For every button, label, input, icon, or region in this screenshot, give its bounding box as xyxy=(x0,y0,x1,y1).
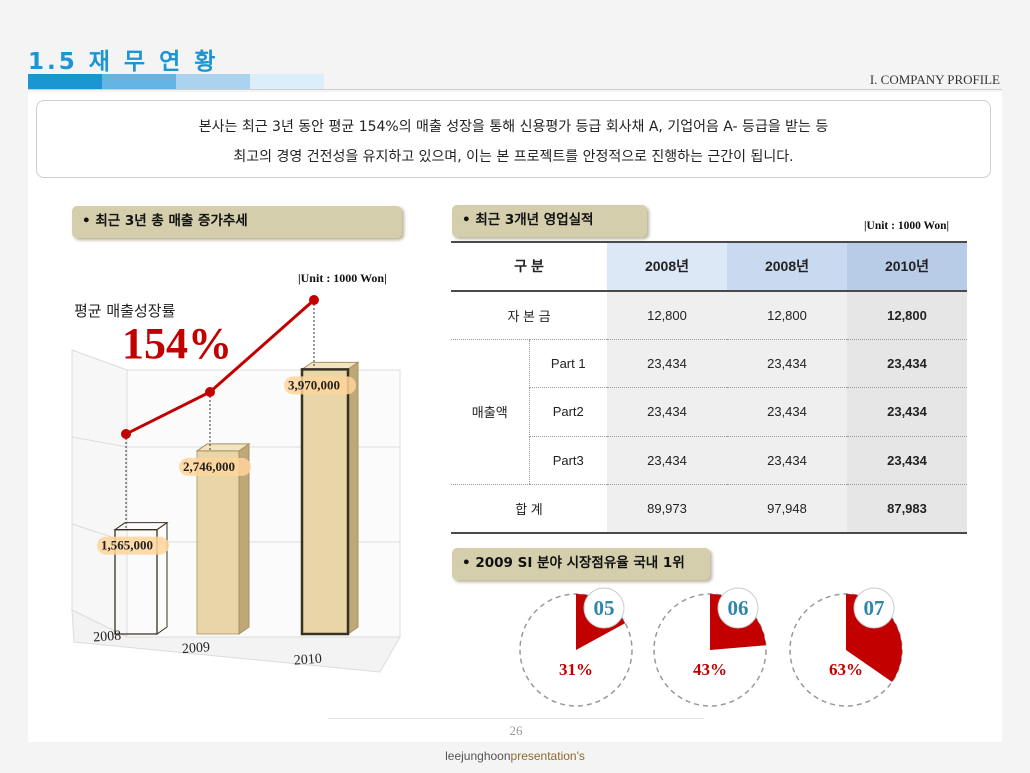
part2-value-2: 23,434 xyxy=(727,387,847,437)
market-share-charts: 05 31% 06 43% 07 63% xyxy=(519,587,903,707)
header-year-3: 2010년 xyxy=(847,241,967,292)
intro-box: 본사는 최근 3년 동안 평균 154%의 매출 성장을 통해 신용평가 등급 … xyxy=(36,100,991,178)
intro-line-2: 최고의 경영 건전성을 유지하고 있으며, 이는 본 프로젝트를 안정적으로 진… xyxy=(233,149,794,165)
part2-label: Part2 xyxy=(528,387,607,437)
table-row-part2: Part2 23,434 23,434 23,434 xyxy=(451,387,967,437)
bar-top-2009 xyxy=(195,443,251,452)
table-row-total: 합 계 89,973 97,948 87,983 xyxy=(451,484,967,534)
share-year-label-05: 05 xyxy=(594,596,615,620)
trend-point-2009 xyxy=(205,387,215,397)
table-row-part3: Part3 23,434 23,434 23,434 xyxy=(451,436,967,485)
header-category: 구 분 xyxy=(451,241,607,292)
performance-table: 구 분 2008년 2008년 2010년 자 본 금 12,800 12,80… xyxy=(451,241,967,534)
capital-value-3: 12,800 xyxy=(847,290,967,340)
bar-front-2009 xyxy=(196,450,240,635)
total-label: 합 계 xyxy=(451,484,607,534)
title-stripe-2 xyxy=(102,74,176,90)
intro-line-1: 본사는 최근 3년 동안 평균 154%의 매출 성장을 통해 신용평가 등급 … xyxy=(198,119,829,135)
header-year-1: 2008년 xyxy=(607,241,727,292)
table-header-row: 구 분 2008년 2008년 2010년 xyxy=(451,241,967,292)
header-year-2: 2008년 xyxy=(727,241,847,292)
capital-value-1: 12,800 xyxy=(607,290,727,340)
section-label: I. COMPANY PROFILE xyxy=(869,72,1000,87)
table-unit-label: |Unit : 1000 Won| xyxy=(864,220,950,232)
chart-unit-label: |Unit : 1000 Won| xyxy=(298,271,387,285)
part1-value-3: 23,434 xyxy=(847,339,967,388)
part2-value-3: 23,434 xyxy=(847,387,967,437)
share-year-label-06: 06 xyxy=(728,596,749,620)
sales-trend-heading: • 최근 3년 총 매출 증가추세 xyxy=(72,206,402,238)
part1-value-1: 23,434 xyxy=(607,339,727,388)
capital-label: 자 본 금 xyxy=(451,290,607,340)
title-stripe-3 xyxy=(176,74,250,90)
sales-chart: |Unit : 1000 Won| 평균 매출성장률 154% 2008 1,56… xyxy=(71,271,401,673)
page-number: 26 xyxy=(328,718,704,742)
title-stripe-1 xyxy=(28,74,102,90)
bar-side-2010 xyxy=(347,361,359,635)
part1-label: Part 1 xyxy=(528,339,607,388)
market-share-heading: • 2009 SI 분야 시장점유율 국내 1위 xyxy=(452,548,710,580)
x-tick-2009: 2009 xyxy=(182,640,211,657)
part3-value-2: 23,434 xyxy=(727,436,847,485)
part3-value-1: 23,434 xyxy=(607,436,727,485)
value-label-2010: 3,970,000 xyxy=(288,377,340,392)
table-row-capital: 자 본 금 12,800 12,800 12,800 xyxy=(451,290,967,340)
total-value-2: 97,948 xyxy=(727,484,847,534)
bar-front-2010 xyxy=(301,368,349,635)
avg-growth-label: 평균 매출성장률 xyxy=(74,302,176,320)
footer-credit-name: leejunghoon xyxy=(445,749,511,763)
value-label-2009: 2,746,000 xyxy=(183,459,235,474)
capital-value-2: 12,800 xyxy=(727,290,847,340)
table-row-part1: 매출액 Part 1 23,434 23,434 23,434 xyxy=(451,339,967,485)
part3-label: Part3 xyxy=(528,436,607,485)
share-percent-label-07: 63% xyxy=(829,660,863,679)
part3-value-3: 23,434 xyxy=(847,436,967,485)
page-title: 1.5 재 무 연 황 xyxy=(28,49,219,75)
trend-point-2008 xyxy=(121,429,131,439)
part1-value-2: 23,434 xyxy=(727,339,847,388)
footer-credit-suffix: presentation's xyxy=(510,749,585,763)
share-percent-label-06: 43% xyxy=(693,660,727,679)
x-tick-2008: 2008 xyxy=(93,629,122,646)
footer-credit: leejunghoonpresentation's xyxy=(0,749,1030,763)
value-label-2008: 1,565,000 xyxy=(101,538,153,553)
trend-point-2010 xyxy=(309,295,319,305)
x-tick-2010: 2010 xyxy=(293,652,322,669)
header-divider xyxy=(28,89,1002,90)
part2-value-1: 23,434 xyxy=(607,387,727,437)
performance-heading: • 최근 3개년 영업실적 xyxy=(452,205,647,237)
sales-label: 매출액 xyxy=(451,339,529,485)
total-value-1: 89,973 xyxy=(607,484,727,534)
title-stripe-4 xyxy=(250,74,324,90)
avg-growth-value: 154% xyxy=(122,319,232,368)
total-value-3: 87,983 xyxy=(847,484,967,534)
share-percent-label-05: 31% xyxy=(559,660,593,679)
share-year-label-07: 07 xyxy=(864,596,885,620)
